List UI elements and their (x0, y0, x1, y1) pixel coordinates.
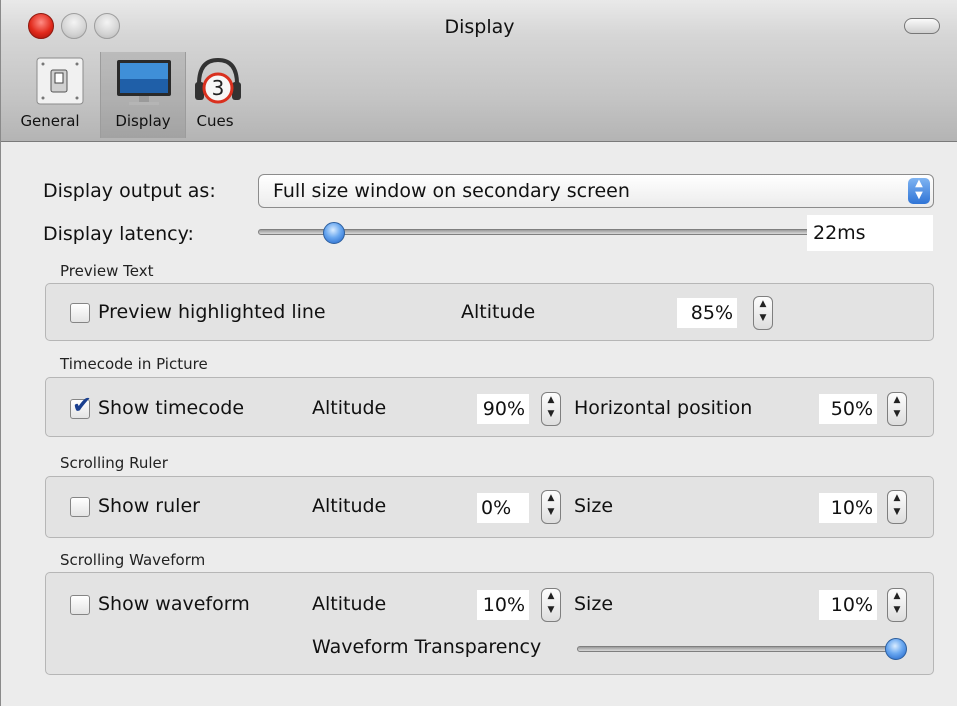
svg-text:3: 3 (212, 76, 225, 100)
ruler-title: Scrolling Ruler (60, 454, 168, 472)
waveform-transparency-label: Waveform Transparency (312, 636, 542, 658)
waveform-group (45, 572, 934, 675)
preview-altitude-label: Altitude (461, 301, 536, 323)
popup-arrows-icon: ▲ ▼ (908, 178, 930, 204)
headphones-cue-icon: 3 (195, 57, 241, 104)
ruler-size-label: Size (574, 495, 614, 517)
horizontal-position-field[interactable]: 50% (819, 394, 877, 424)
display-output-popup[interactable]: Full size window on secondary screen ▲ ▼ (258, 174, 934, 208)
preview-highlighted-label: Preview highlighted line (98, 301, 326, 323)
waveform-transparency-slider[interactable] (577, 646, 899, 652)
waveform-altitude-stepper[interactable]: ▲ ▼ (541, 588, 561, 622)
show-timecode-checkbox[interactable]: ✔ (70, 393, 92, 419)
window-title: Display (444, 16, 515, 38)
toolbar-display-label: Display (115, 112, 171, 130)
toolbar-cues-label: Cues (196, 112, 234, 130)
monitor-icon (117, 60, 171, 105)
ruler-size-field[interactable]: 10% (819, 493, 877, 523)
preview-text-title: Preview Text (60, 262, 154, 280)
waveform-title: Scrolling Waveform (60, 551, 206, 569)
timecode-altitude-stepper[interactable]: ▲ ▼ (541, 392, 561, 426)
timecode-title: Timecode in Picture (60, 355, 208, 373)
waveform-altitude-field[interactable]: 10% (477, 590, 529, 620)
switch-icon (36, 57, 84, 105)
horizontal-position-label: Horizontal position (574, 397, 753, 419)
timecode-altitude-label: Altitude (312, 397, 387, 419)
waveform-size-stepper[interactable]: ▲ ▼ (887, 588, 907, 622)
show-waveform-label: Show waveform (98, 593, 250, 615)
waveform-transparency-slider-knob[interactable] (885, 638, 907, 660)
title-toolbar: Display General Display 3 Cues (1, 0, 957, 142)
toolbar-general[interactable]: General (1, 52, 99, 138)
toolbar-cues[interactable]: 3 Cues (185, 52, 245, 138)
display-output-label: Display output as: (43, 180, 216, 202)
display-latency-label: Display latency: (43, 223, 194, 245)
show-waveform-checkbox[interactable] (70, 595, 90, 615)
show-ruler-checkbox[interactable] (70, 497, 90, 517)
waveform-altitude-label: Altitude (312, 593, 387, 615)
ruler-altitude-stepper[interactable]: ▲ ▼ (541, 490, 561, 524)
preview-highlighted-checkbox[interactable] (70, 303, 90, 323)
display-latency-field[interactable]: 22ms (807, 215, 933, 251)
preview-altitude-stepper[interactable]: ▲ ▼ (753, 296, 773, 330)
ruler-altitude-field[interactable]: 0% (477, 493, 529, 523)
ruler-size-stepper[interactable]: ▲ ▼ (887, 490, 907, 524)
display-output-value: Full size window on secondary screen (273, 180, 630, 202)
display-latency-slider-knob[interactable] (323, 222, 346, 244)
waveform-size-field[interactable]: 10% (819, 590, 877, 620)
checkmark-icon: ✔ (72, 391, 93, 419)
toolbar-display[interactable]: Display (100, 52, 186, 138)
toolbar-toggle-button[interactable] (904, 18, 940, 34)
show-ruler-label: Show ruler (98, 495, 200, 517)
show-timecode-label: Show timecode (98, 397, 245, 419)
horizontal-position-stepper[interactable]: ▲ ▼ (887, 392, 907, 426)
waveform-size-label: Size (574, 593, 614, 615)
ruler-altitude-label: Altitude (312, 495, 387, 517)
toolbar-general-label: General (20, 112, 80, 130)
preferences-window: Display General Display 3 Cues Display o… (0, 0, 957, 706)
timecode-altitude-field[interactable]: 90% (477, 394, 529, 424)
preview-altitude-field[interactable]: 85% (677, 298, 737, 328)
